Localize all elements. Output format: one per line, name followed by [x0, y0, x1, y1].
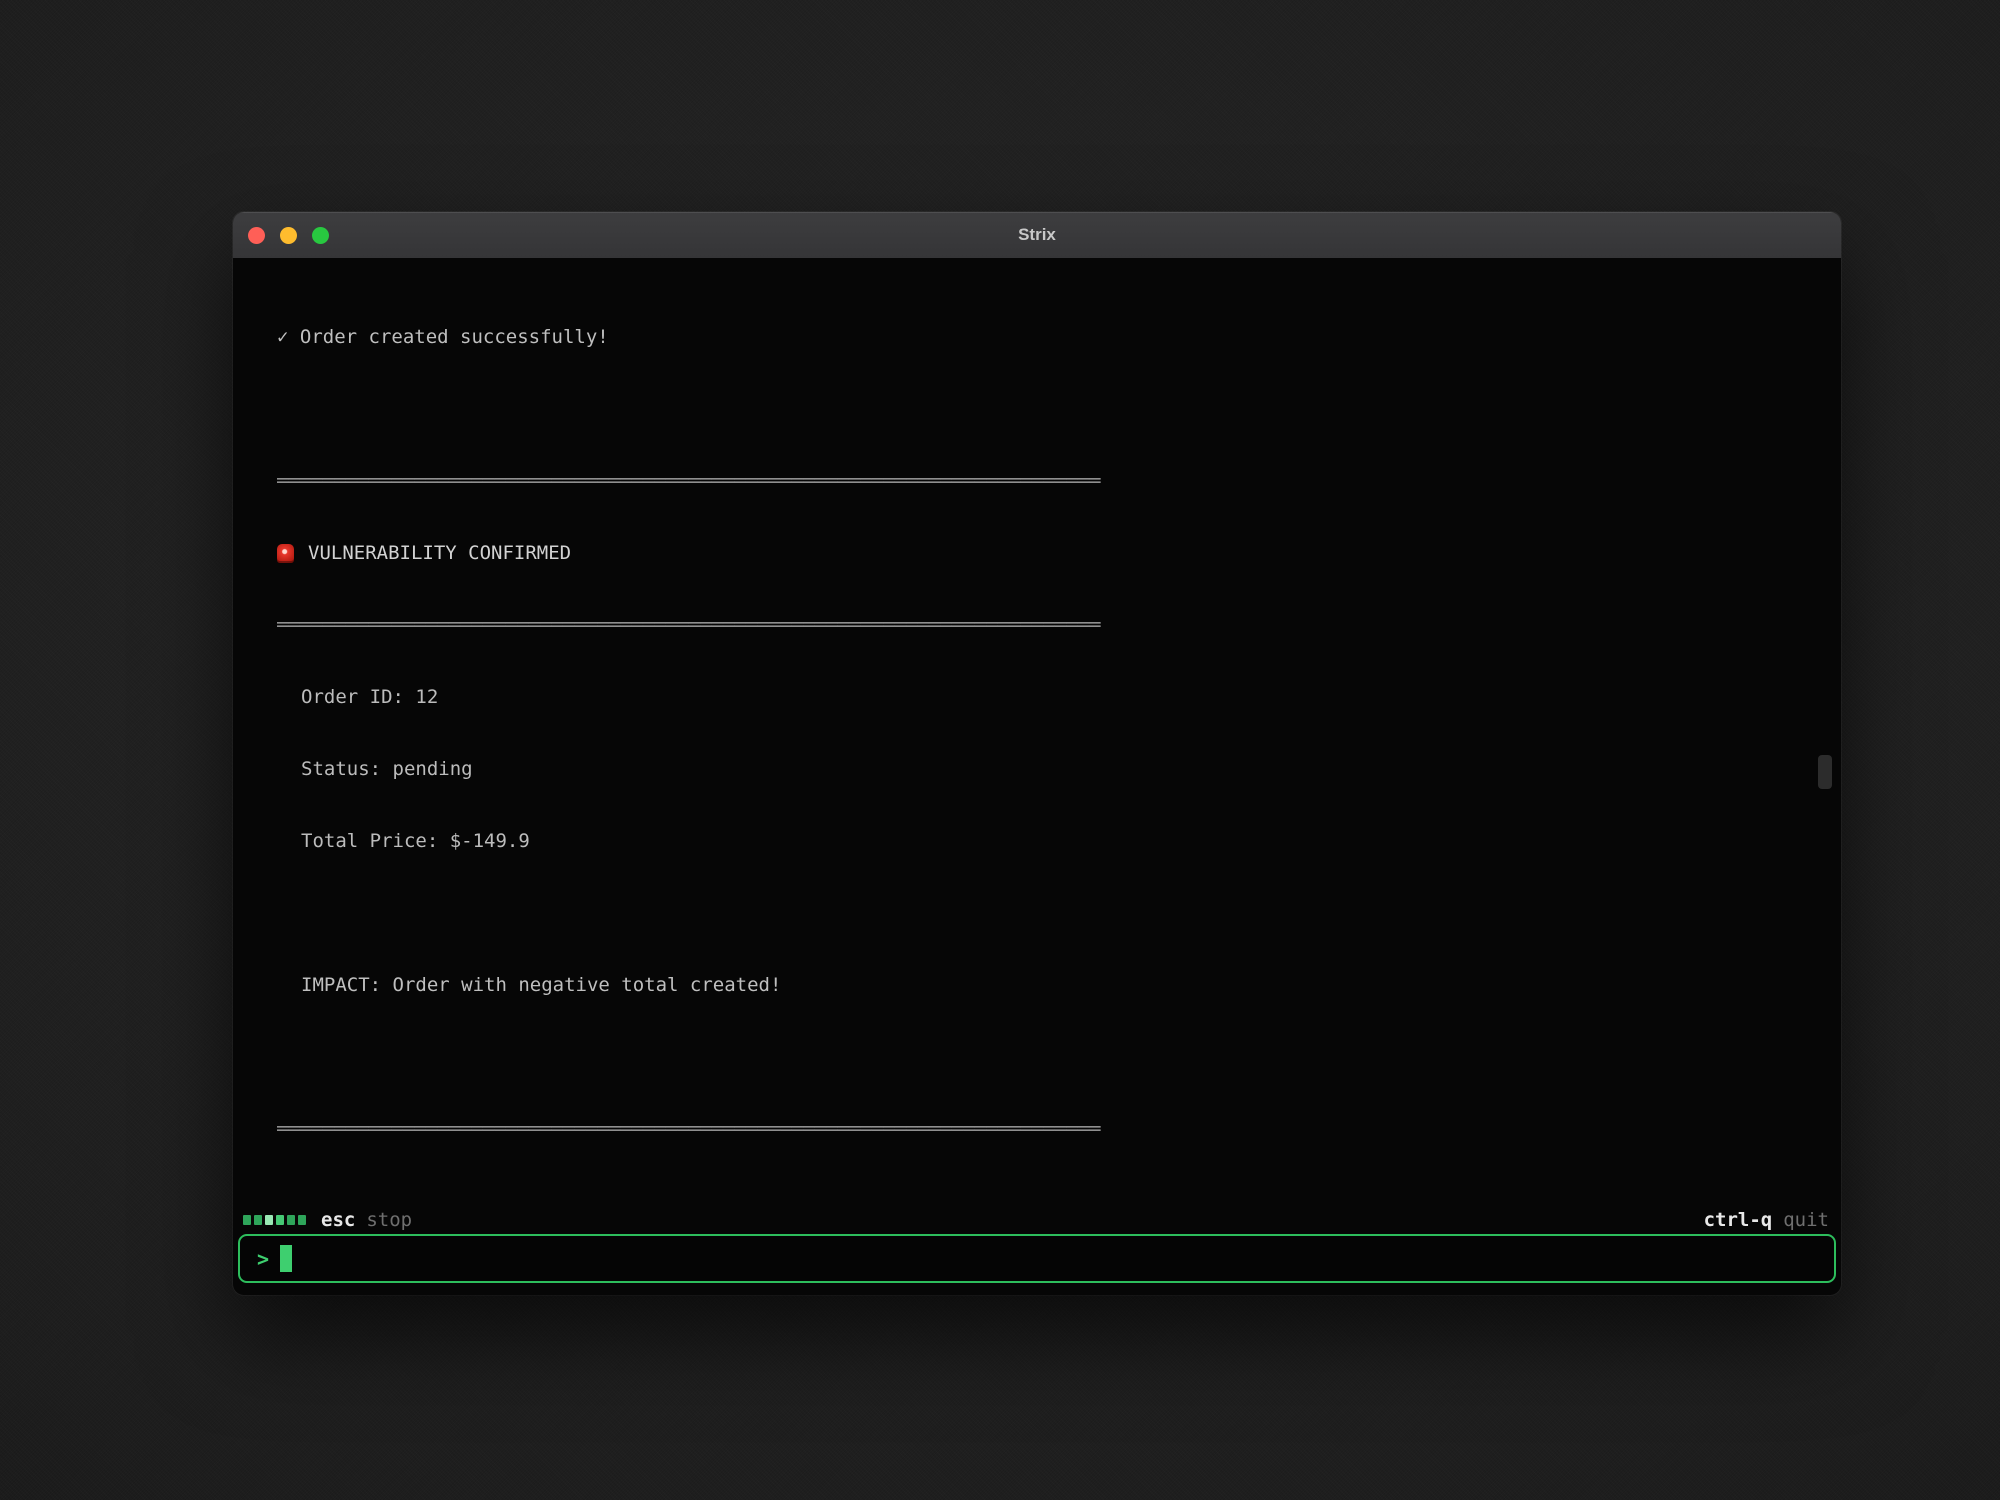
- impact-message: IMPACT: Order with negative total create…: [277, 973, 1841, 997]
- minimize-button[interactable]: [280, 227, 297, 244]
- section-divider: ════════════════════════════════════════…: [277, 469, 1107, 493]
- siren-icon: [277, 544, 294, 563]
- order-success-message: ✓ Order created successfully!: [277, 325, 1841, 349]
- quit-key-hint[interactable]: ctrl-q: [1704, 1209, 1773, 1231]
- order-id-value: Order ID: 12: [277, 685, 1841, 709]
- window-titlebar[interactable]: Strix: [233, 212, 1841, 258]
- activity-spinner-icon: [243, 1215, 306, 1225]
- order-total-price-value: Total Price: $-149.9: [277, 829, 1841, 853]
- vulnerability-confirmed-label: VULNERABILITY CONFIRMED: [308, 541, 571, 565]
- esc-key-hint[interactable]: esc: [321, 1209, 355, 1231]
- close-button[interactable]: [248, 227, 265, 244]
- terminal-log: ✓ Order created successfully! ══════════…: [233, 258, 1841, 1198]
- command-input[interactable]: >: [238, 1234, 1836, 1283]
- section-divider: ════════════════════════════════════════…: [277, 613, 1107, 637]
- zoom-button[interactable]: [312, 227, 329, 244]
- scrollbar-thumb[interactable]: [1818, 755, 1832, 789]
- esc-action-label[interactable]: stop: [366, 1209, 412, 1231]
- traffic-lights: [248, 212, 329, 258]
- window-title: Strix: [1018, 225, 1056, 245]
- section-divider: ════════════════════════════════════════…: [277, 1117, 1107, 1141]
- strix-app-window: Strix ✓ Order created successfully! ════…: [233, 212, 1841, 1295]
- text-cursor: [280, 1245, 292, 1272]
- desktop-background: Strix ✓ Order created successfully! ════…: [0, 0, 2000, 1500]
- vulnerability-confirmed-header: VULNERABILITY CONFIRMED: [277, 541, 1841, 565]
- order-status-value: Status: pending: [277, 757, 1841, 781]
- quit-action-label[interactable]: quit: [1783, 1209, 1829, 1231]
- footer-statusbar: esc stop ctrl-q quit: [233, 1207, 1841, 1233]
- prompt-chevron: >: [257, 1247, 269, 1271]
